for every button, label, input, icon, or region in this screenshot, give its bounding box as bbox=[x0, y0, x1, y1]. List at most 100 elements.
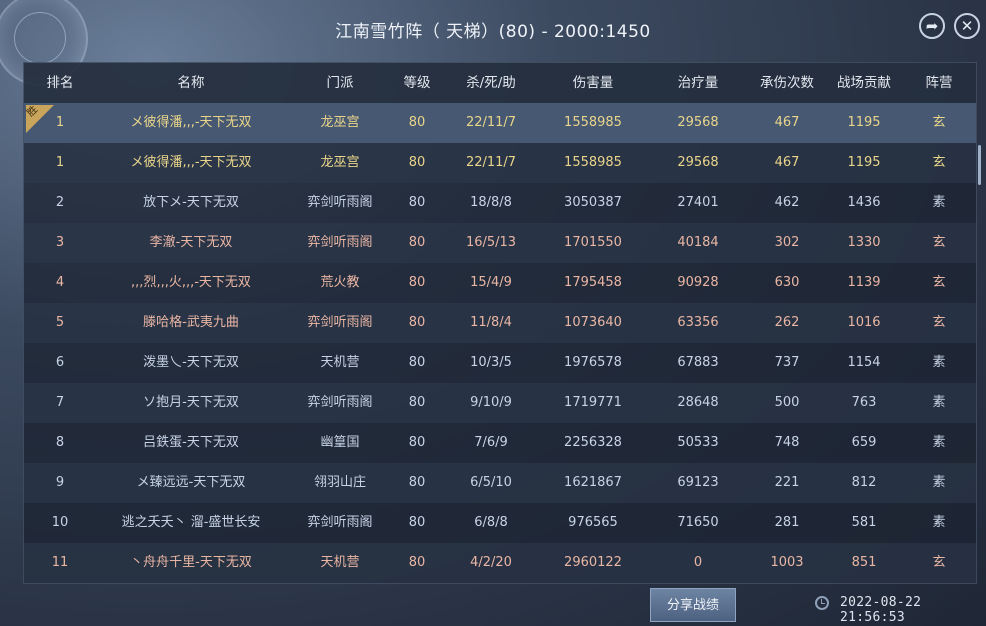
cell-contribution: 1016 bbox=[847, 315, 881, 330]
cell-contribution: 1139 bbox=[847, 275, 881, 290]
header-hits-taken[interactable]: 承伤次数 bbox=[752, 63, 822, 103]
cell-heal: 40184 bbox=[677, 235, 719, 250]
cell-hits-taken: 302 bbox=[774, 235, 800, 250]
cell-kda: 15/4/9 bbox=[470, 275, 512, 290]
clock-icon bbox=[815, 596, 829, 610]
table-row[interactable]: 11 丶舟舟千里-天下无双 天机营 80 4/2/20 2960122 0 1003 851 玄 bbox=[24, 543, 976, 583]
cell-level: 80 bbox=[408, 195, 426, 210]
cell-level: 80 bbox=[408, 395, 426, 410]
cell-heal: 27401 bbox=[677, 195, 719, 210]
timestamp: 2022-08-22 21:56:53 bbox=[840, 595, 922, 625]
header-camp[interactable]: 阵营 bbox=[906, 63, 972, 103]
cell-heal: 90928 bbox=[677, 275, 719, 290]
cell-camp: 玄 bbox=[932, 555, 946, 570]
cell-name: 吕鉄蛋-天下无双 bbox=[143, 435, 239, 450]
table-row[interactable]: 1 メ彼得潘,,,-天下无双 龙巫宫 80 22/11/7 1558985 29568 467… bbox=[24, 143, 976, 183]
table-row[interactable]: 10 逃之夭夭丶 溜-盛世长安 弈剑听雨阁 80 6/8/8 976565 71650 281… bbox=[24, 503, 976, 543]
cell-school: 荒火教 bbox=[320, 275, 360, 290]
cell-camp: 玄 bbox=[932, 115, 946, 130]
cell-name: 泼墨乀-天下无双 bbox=[143, 355, 239, 370]
table-row[interactable]: 3 李澈-天下无双 弈剑听雨阁 80 16/5/13 1701550 40184 302 133… bbox=[24, 223, 976, 263]
cell-rank: 9 bbox=[55, 475, 65, 490]
cell-name: メ彼得潘,,,-天下无双 bbox=[130, 115, 252, 130]
share-results-button[interactable]: 分享战绩 bbox=[650, 588, 736, 622]
cell-damage: 976565 bbox=[568, 515, 618, 530]
cell-rank: 1 bbox=[55, 115, 65, 130]
cell-contribution: 1195 bbox=[847, 115, 881, 130]
cell-camp: 素 bbox=[932, 395, 946, 410]
cell-school: 弈剑听雨阁 bbox=[307, 515, 373, 530]
header-name[interactable]: 名称 bbox=[96, 63, 286, 103]
cell-contribution: 1436 bbox=[847, 195, 881, 210]
scrollbar[interactable] bbox=[978, 145, 981, 185]
cell-heal: 28648 bbox=[677, 395, 719, 410]
cell-name: メ臻远远-天下无双 bbox=[136, 475, 246, 490]
cell-kda: 7/6/9 bbox=[474, 435, 508, 450]
table-row[interactable]: 2 放下メ-天下无双 弈剑听雨阁 80 18/8/8 3050387 27401 462 143… bbox=[24, 183, 976, 223]
title-bar: 江南雪竹阵（ 天梯）(80) - 2000:1450 ➦ ✕ bbox=[0, 0, 986, 86]
cell-name: 李澈-天下无双 bbox=[149, 235, 233, 250]
cell-hits-taken: 462 bbox=[774, 195, 800, 210]
cell-camp: 玄 bbox=[932, 315, 946, 330]
share-arrow-icon[interactable]: ➦ bbox=[919, 13, 945, 39]
table-row[interactable]: 5 滕哈格-武夷九曲 弈剑听雨阁 80 11/8/4 1073640 63356 262 101… bbox=[24, 303, 976, 343]
cell-damage: 1719771 bbox=[564, 395, 622, 410]
cell-hits-taken: 1003 bbox=[770, 555, 804, 570]
cell-heal: 0 bbox=[693, 555, 703, 570]
header-rank[interactable]: 排名 bbox=[24, 63, 96, 103]
cell-heal: 67883 bbox=[677, 355, 719, 370]
header-contribution[interactable]: 战场贡献 bbox=[822, 63, 906, 103]
scoreboard-table: 排名 名称 门派 等级 杀/死/助 伤害量 治疗量 承伤次数 战场贡献 阵营 胜… bbox=[23, 62, 977, 584]
cell-level: 80 bbox=[408, 355, 426, 370]
cell-school: 弈剑听雨阁 bbox=[307, 315, 373, 330]
cell-rank: 10 bbox=[51, 515, 69, 530]
cell-rank: 6 bbox=[55, 355, 65, 370]
table-row[interactable]: 7 ソ抱月-天下无双 弈剑听雨阁 80 9/10/9 1719771 28648 500 763… bbox=[24, 383, 976, 423]
cell-damage: 2256328 bbox=[564, 435, 622, 450]
cell-camp: 玄 bbox=[932, 275, 946, 290]
table-row[interactable]: 9 メ臻远远-天下无双 翎羽山庄 80 6/5/10 1621867 69123 221 812… bbox=[24, 463, 976, 503]
cell-rank: 8 bbox=[55, 435, 65, 450]
cell-name: メ彼得潘,,,-天下无双 bbox=[130, 155, 252, 170]
cell-contribution: 851 bbox=[851, 555, 877, 570]
cell-name: ソ抱月-天下无双 bbox=[143, 395, 239, 410]
battle-title: 江南雪竹阵（ 天梯）(80) - 2000:1450 bbox=[335, 22, 651, 42]
cell-rank: 2 bbox=[55, 195, 65, 210]
cell-kda: 22/11/7 bbox=[465, 115, 517, 130]
header-damage[interactable]: 伤害量 bbox=[542, 63, 644, 103]
cell-school: 翎羽山庄 bbox=[313, 475, 366, 490]
cell-level: 80 bbox=[408, 115, 426, 130]
cell-damage: 1701550 bbox=[564, 235, 622, 250]
cell-heal: 69123 bbox=[677, 475, 719, 490]
cell-camp: 素 bbox=[932, 435, 946, 450]
cell-camp: 素 bbox=[932, 195, 946, 210]
table-row[interactable]: 6 泼墨乀-天下无双 天机营 80 10/3/5 1976578 67883 737 1154 素 bbox=[24, 343, 976, 383]
cell-kda: 9/10/9 bbox=[470, 395, 512, 410]
cell-school: 弈剑听雨阁 bbox=[307, 195, 373, 210]
table-row[interactable]: 4 ,,,烈,,,火,,,-天下无双 荒火教 80 15/4/9 1795458 90928… bbox=[24, 263, 976, 303]
cell-rank: 1 bbox=[55, 155, 65, 170]
cell-level: 80 bbox=[408, 555, 426, 570]
header-heal[interactable]: 治疗量 bbox=[644, 63, 752, 103]
cell-school: 天机营 bbox=[320, 355, 360, 370]
cell-heal: 29568 bbox=[677, 115, 719, 130]
cell-heal: 29568 bbox=[677, 155, 719, 170]
header-level[interactable]: 等级 bbox=[394, 63, 440, 103]
cell-contribution: 1195 bbox=[847, 155, 881, 170]
cell-camp: 素 bbox=[932, 355, 946, 370]
cell-damage: 1621867 bbox=[564, 475, 622, 490]
table-row-self[interactable]: 胜 1 メ彼得潘,,,-天下无双 龙巫宫 80 22/11/7 1558985 29568 46… bbox=[24, 103, 976, 143]
cell-kda: 16/5/13 bbox=[465, 235, 517, 250]
table-row[interactable]: 8 吕鉄蛋-天下无双 幽篁国 80 7/6/9 2256328 50533 748 659 素 bbox=[24, 423, 976, 463]
cell-damage: 1558985 bbox=[564, 155, 622, 170]
cell-damage: 1073640 bbox=[564, 315, 622, 330]
close-icon[interactable]: ✕ bbox=[954, 13, 980, 39]
cell-school: 龙巫宫 bbox=[320, 115, 360, 130]
header-school[interactable]: 门派 bbox=[286, 63, 394, 103]
cell-hits-taken: 630 bbox=[774, 275, 800, 290]
cell-name: 丶舟舟千里-天下无双 bbox=[130, 555, 252, 570]
header-kda[interactable]: 杀/死/助 bbox=[440, 63, 542, 103]
cell-contribution: 581 bbox=[851, 515, 877, 530]
cell-damage: 1976578 bbox=[564, 355, 622, 370]
cell-kda: 6/5/10 bbox=[470, 475, 512, 490]
